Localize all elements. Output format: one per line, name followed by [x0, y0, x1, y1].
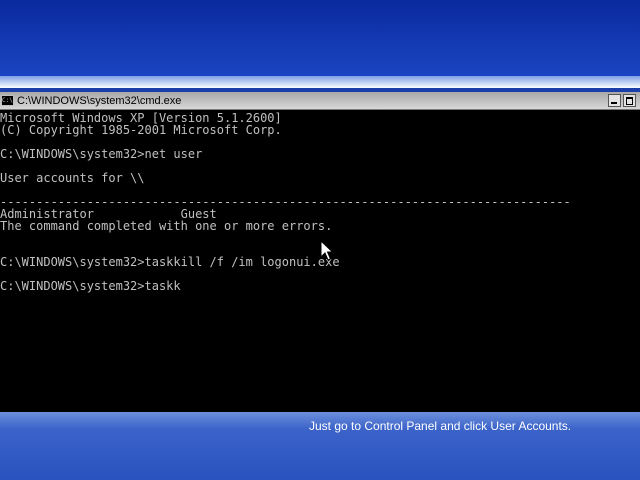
mouse-cursor-icon: [320, 240, 334, 261]
console-line: The command completed with one or more e…: [0, 219, 333, 233]
console-line: C:\WINDOWS\system32>net user: [0, 147, 203, 161]
maximize-button[interactable]: [623, 94, 636, 107]
console-line: C:\WINDOWS\system32>taskkill /f /im logo…: [0, 255, 340, 269]
minimize-button[interactable]: [608, 94, 621, 107]
logon-hint-text: Just go to Control Panel and click User …: [309, 419, 572, 433]
window-titlebar[interactable]: C:\ C:\WINDOWS\system32\cmd.exe: [0, 92, 640, 110]
console-line: C:\WINDOWS\system32>taskk: [0, 279, 181, 293]
desktop-highlight-band: [0, 76, 640, 88]
cmd-icon[interactable]: C:\: [1, 95, 14, 106]
console-line: (C) Copyright 1985-2001 Microsoft Corp.: [0, 123, 282, 137]
window-title: C:\WINDOWS\system32\cmd.exe: [17, 95, 182, 107]
desktop-background-top: [0, 0, 640, 80]
console-output[interactable]: Microsoft Windows XP [Version 5.1.2600](…: [0, 112, 636, 408]
console-line: User accounts for \\: [0, 171, 145, 185]
